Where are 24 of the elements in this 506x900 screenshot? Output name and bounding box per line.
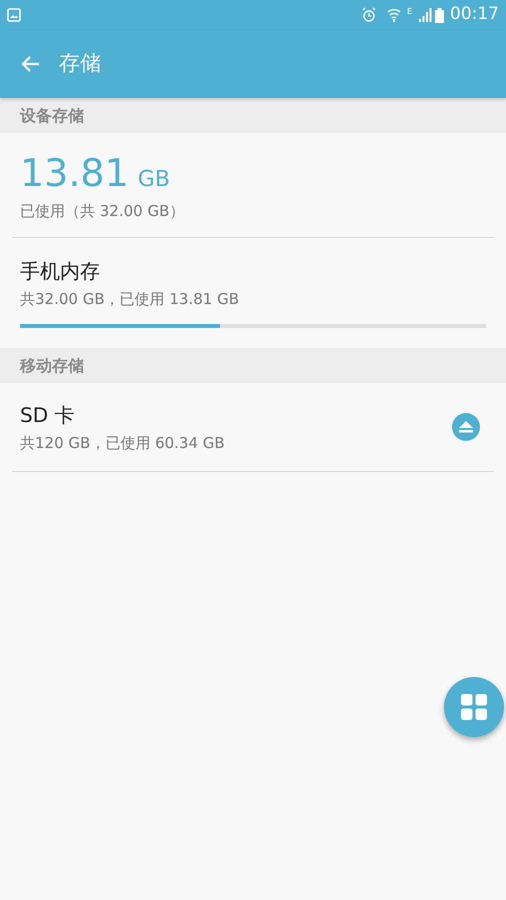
storage-item[interactable]: SD 卡 共120 GB，已使用 60.34 GB [12, 383, 494, 472]
section-header: 移动存储 [0, 348, 506, 383]
status-time: 00:17 [450, 3, 499, 26]
screen-title: 存储 [59, 50, 101, 78]
image-icon [7, 8, 21, 22]
section-header: 设备存储 [0, 98, 506, 133]
signal-icon [418, 8, 432, 22]
eject-button[interactable] [452, 413, 480, 442]
apps-fab[interactable] [444, 677, 504, 737]
item-detail: 共32.00 GB，已使用 13.81 GB [20, 288, 240, 310]
battery-icon [435, 8, 444, 22]
item-title: 手机内存 [20, 258, 101, 284]
storage-item[interactable]: 手机内存 共32.00 GB，已使用 13.81 GB [12, 238, 494, 348]
item-title: SD 卡 [20, 402, 76, 429]
eject-icon [459, 421, 473, 434]
item-detail: 共120 GB，已使用 60.34 GB [20, 433, 226, 454]
network-type: E [406, 6, 412, 18]
used-amount: 13.81 [20, 151, 129, 195]
alarm-icon [360, 7, 377, 23]
back-arrow-icon [20, 55, 40, 73]
wifi-icon [386, 7, 401, 23]
used-unit: GB [138, 166, 170, 194]
used-caption: 已使用（共 32.00 GB） [20, 201, 186, 222]
grid-icon [461, 694, 487, 720]
